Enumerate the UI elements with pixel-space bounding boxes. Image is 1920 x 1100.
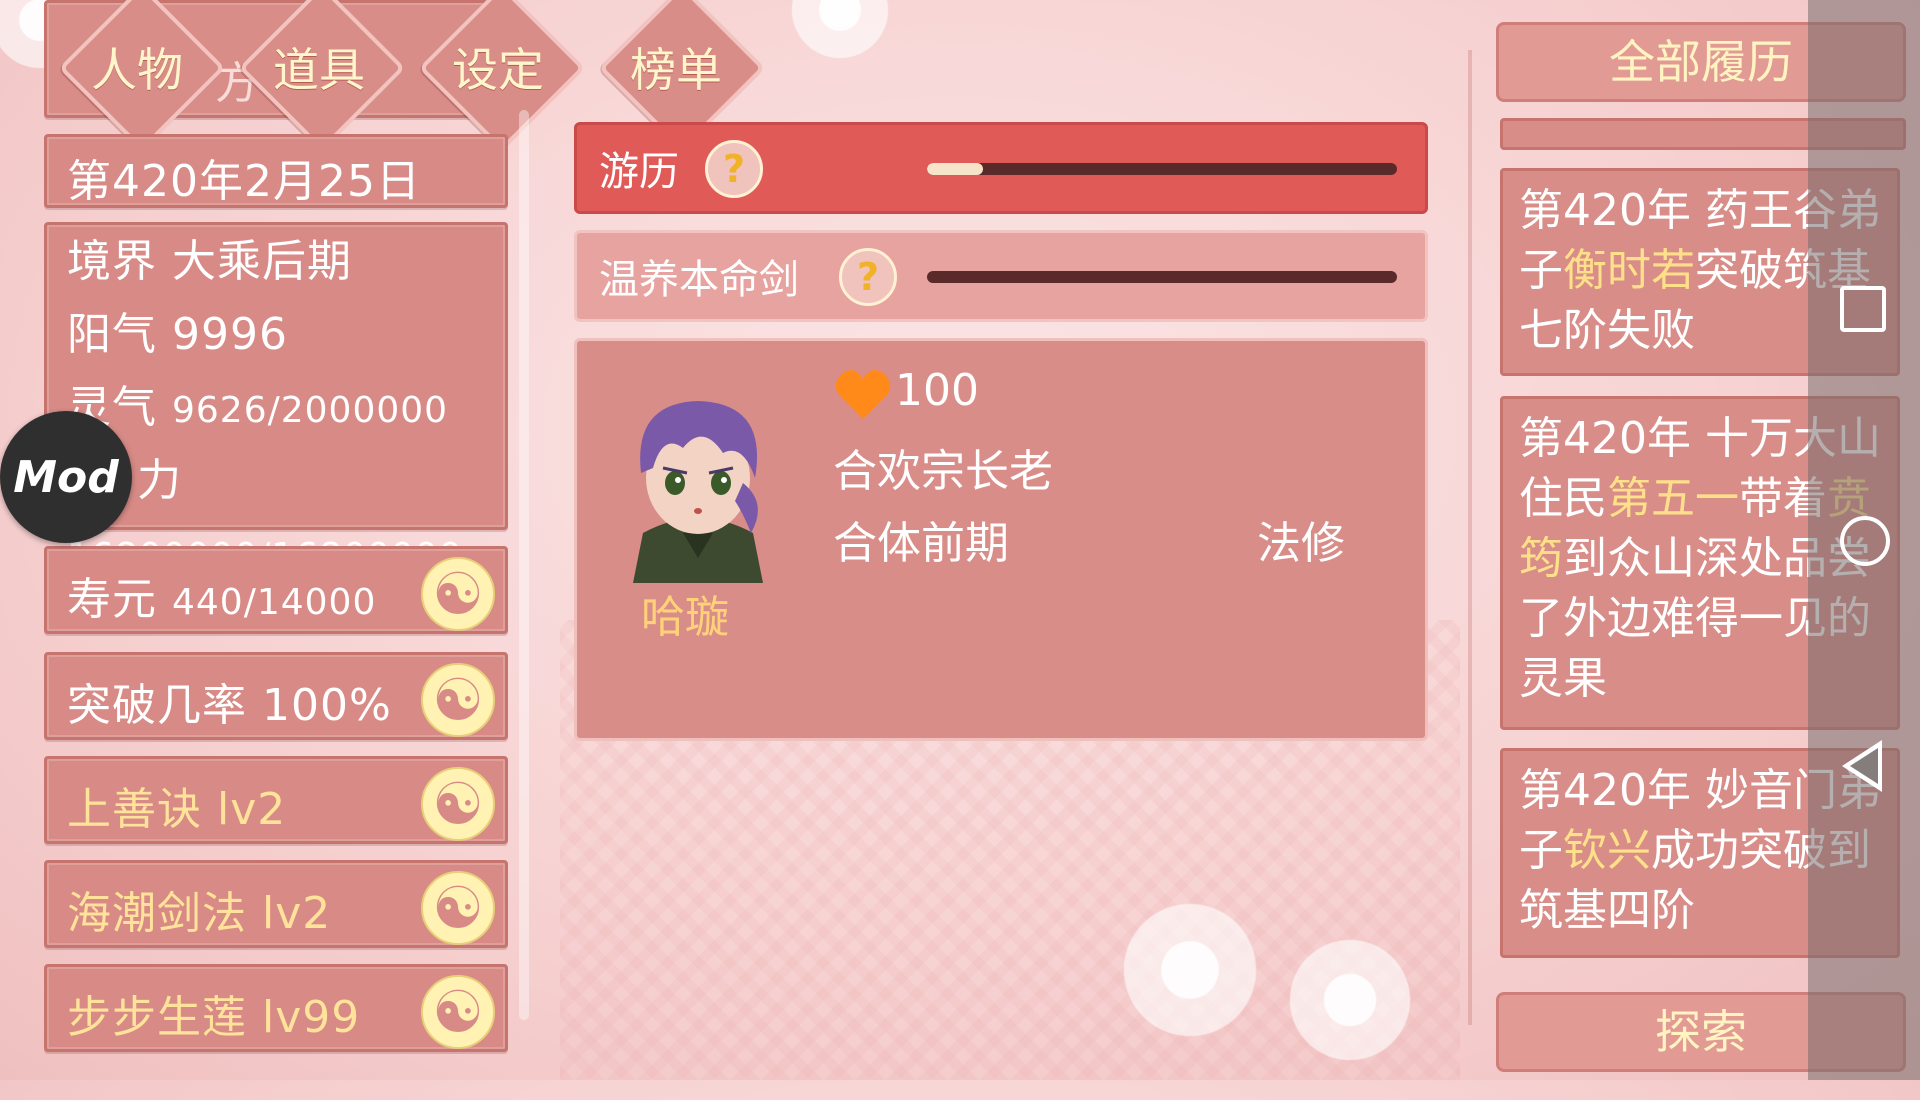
power-label: 力 — [137, 455, 182, 506]
yinyang-icon[interactable]: ☯ — [421, 663, 495, 737]
skill-name: 上善诀 — [67, 784, 202, 835]
nav-character-button[interactable]: 人物 — [62, 34, 212, 100]
mod-badge[interactable]: Mod — [0, 411, 132, 543]
nurture-sword-progress-track — [927, 271, 1397, 283]
breakthrough-row[interactable]: 突破几率 100% ☯ — [44, 652, 508, 740]
breakthrough-label: 突破几率 — [67, 680, 247, 731]
skill-level: lv99 — [262, 992, 361, 1043]
yang-row: 阳气 9996 — [47, 298, 505, 371]
character-card[interactable]: 哈璇 100 合欢宗长老 合体前期 法修 — [574, 338, 1428, 741]
skill-name: 步步生莲 — [67, 992, 247, 1043]
game-date: 第420年2月25日 — [67, 156, 421, 207]
spirit-value: 9626/2000000 — [172, 390, 449, 431]
date-panel: 第420年2月25日 — [44, 134, 508, 208]
skill-row[interactable]: 海潮剑法 lv2 ☯ — [44, 860, 508, 948]
right-divider — [1468, 50, 1472, 1025]
lifespan-value: 440/14000 — [172, 582, 377, 623]
favor-value: 100 — [895, 365, 979, 416]
nav-items-button[interactable]: 道具 — [244, 34, 394, 100]
lifespan-label: 寿元 — [67, 574, 157, 625]
heart-icon — [835, 370, 891, 419]
realm-row: 境界 大乘后期 — [47, 225, 505, 298]
flower-decoration — [1250, 900, 1450, 1100]
recent-apps-icon[interactable] — [1840, 286, 1886, 332]
character-name: 哈璇 — [641, 592, 729, 643]
skill-name: 海潮剑法 — [67, 888, 247, 939]
travel-label: 游历 — [599, 149, 679, 195]
home-icon[interactable] — [1840, 516, 1890, 566]
help-icon[interactable]: ? — [839, 248, 897, 306]
yinyang-icon[interactable]: ☯ — [421, 975, 495, 1049]
nav-ranking-button[interactable]: 榜单 — [601, 34, 751, 100]
help-icon[interactable]: ? — [705, 140, 763, 198]
nurture-sword-bar[interactable]: 温养本命剑 ? — [574, 230, 1428, 322]
skill-level: lv2 — [217, 784, 287, 835]
yang-value: 9996 — [172, 309, 288, 360]
character-avatar — [633, 401, 763, 583]
travel-progress-track — [927, 163, 1397, 175]
travel-bar[interactable]: 游历 ? — [574, 122, 1428, 214]
log-highlight: 钦兴 — [1563, 825, 1651, 876]
travel-progress-fill — [927, 163, 984, 175]
yinyang-icon[interactable]: ☯ — [421, 767, 495, 841]
lifespan-row[interactable]: 寿元 440/14000 ☯ — [44, 546, 508, 634]
yinyang-icon[interactable]: ☯ — [421, 557, 495, 631]
yinyang-icon[interactable]: ☯ — [421, 871, 495, 945]
back-icon-inner — [1850, 748, 1878, 784]
character-realm: 合体前期 — [833, 518, 1009, 569]
breakthrough-value: 100% — [262, 680, 392, 731]
log-highlight: 第五一 — [1607, 473, 1739, 524]
left-scrollbar[interactable] — [519, 110, 529, 1020]
character-sect: 合欢宗长老 — [833, 446, 1053, 497]
nav-settings-button[interactable]: 设定 — [423, 34, 573, 100]
skill-row[interactable]: 上善诀 lv2 ☯ — [44, 756, 508, 844]
nurture-sword-label: 温养本命剑 — [599, 257, 799, 303]
skill-level: lv2 — [262, 888, 332, 939]
yang-label: 阳气 — [67, 309, 157, 360]
character-class: 法修 — [1257, 518, 1345, 569]
realm-value: 大乘后期 — [172, 236, 352, 287]
skill-row[interactable]: 步步生莲 lv99 ☯ — [44, 964, 508, 1052]
log-highlight: 衡时若 — [1563, 245, 1695, 296]
flower-decoration — [760, 0, 920, 90]
realm-label: 境界 — [67, 236, 157, 287]
